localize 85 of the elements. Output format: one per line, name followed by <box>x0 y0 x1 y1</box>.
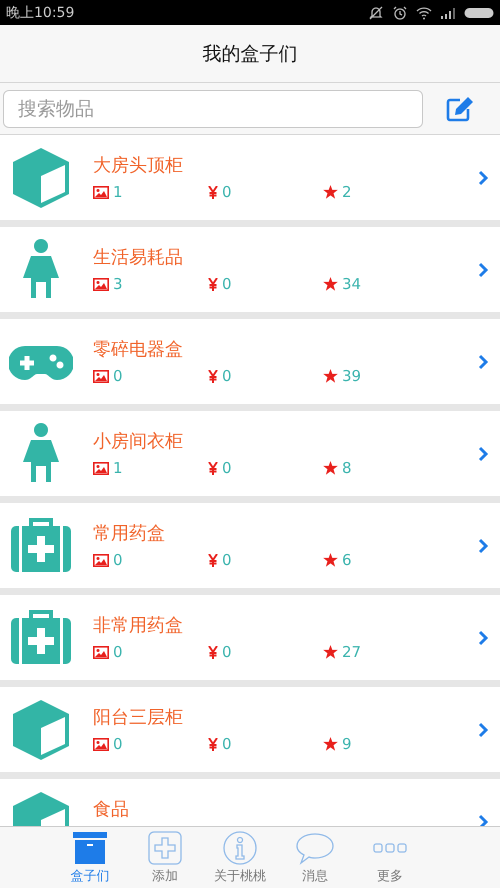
star-icon <box>323 369 338 383</box>
star-count: 39 <box>342 367 362 385</box>
star-count: 6 <box>342 551 352 569</box>
yen-icon <box>208 554 218 566</box>
star-count: 27 <box>342 643 362 661</box>
box-card[interactable]: 零碎电器盒 0 0 39 <box>0 319 500 404</box>
star-count: 2 <box>342 183 352 201</box>
wifi-icon <box>416 6 432 20</box>
image-icon <box>93 186 109 198</box>
star-icon <box>323 645 338 659</box>
tab[interactable]: 更多 <box>352 827 428 888</box>
yen-icon <box>208 738 218 750</box>
price-value: 0 <box>222 551 232 569</box>
search-field[interactable]: 搜索物品 <box>3 90 423 128</box>
chevron-right-icon <box>478 262 488 278</box>
photo-count: 0 <box>113 367 123 385</box>
star-count: 34 <box>342 275 362 293</box>
photo-count: 3 <box>113 275 123 293</box>
page-title: 我的盒子们 <box>202 42 298 66</box>
yen-icon <box>208 278 218 290</box>
box-name: 阳台三层柜 <box>93 706 184 729</box>
box-name: 小房间衣柜 <box>93 430 184 453</box>
tab[interactable]: 关于桃桃 <box>202 827 278 888</box>
price-value: 0 <box>222 459 232 477</box>
box-name: 食品 <box>93 798 130 821</box>
star-count: 8 <box>342 459 352 477</box>
price-value: 0 <box>222 183 232 201</box>
box-card[interactable]: 大房头顶柜 1 0 2 <box>0 135 500 220</box>
box-name: 生活易耗品 <box>93 246 184 269</box>
image-icon <box>93 646 109 658</box>
chevron-right-icon <box>478 814 488 826</box>
box-card[interactable]: 生活易耗品 3 0 34 <box>0 227 500 312</box>
box-card[interactable]: 非常用药盒 0 0 27 <box>0 595 500 680</box>
box-icon <box>71 830 109 864</box>
yen-icon <box>208 370 218 382</box>
photo-count: 0 <box>113 735 123 753</box>
chevron-right-icon <box>478 170 488 186</box>
chevron-right-icon <box>478 538 488 554</box>
star-icon <box>323 277 338 291</box>
price-value: 0 <box>222 275 232 293</box>
tab[interactable]: 盒子们 <box>52 827 128 888</box>
box-card[interactable]: 小房间衣柜 1 0 8 <box>0 411 500 496</box>
image-icon <box>93 738 109 750</box>
chevron-right-icon <box>478 446 488 462</box>
signal-icon <box>440 6 456 18</box>
edit-icon[interactable] <box>445 94 475 122</box>
box-name: 零碎电器盒 <box>93 338 184 361</box>
price-value: 0 <box>222 367 232 385</box>
chevron-right-icon <box>478 630 488 646</box>
image-icon <box>93 462 109 474</box>
box-name: 常用药盒 <box>93 522 166 545</box>
photo-count: 1 <box>113 459 123 477</box>
photo-count: 0 <box>113 551 123 569</box>
photo-count: 0 <box>113 643 123 661</box>
star-icon <box>323 553 338 567</box>
box-card[interactable]: 食品 <box>0 779 500 826</box>
star-icon <box>323 737 338 751</box>
image-icon <box>93 554 109 566</box>
box-card[interactable]: 常用药盒 0 0 6 <box>0 503 500 588</box>
box-name: 大房头顶柜 <box>93 154 184 177</box>
tab[interactable]: 消息 <box>278 827 352 888</box>
chevron-right-icon <box>478 722 488 738</box>
chevron-right-icon <box>478 354 488 370</box>
star-icon <box>323 461 338 475</box>
yen-icon <box>208 186 218 198</box>
photo-count: 1 <box>113 183 123 201</box>
image-icon <box>93 278 109 290</box>
price-value: 0 <box>222 643 232 661</box>
battery-icon <box>464 6 494 18</box>
status-time: 晚上10:59 <box>6 4 74 22</box>
tab[interactable]: 添加 <box>128 827 202 888</box>
box-card[interactable]: 阳台三层柜 0 0 9 <box>0 687 500 772</box>
bell-muted-icon <box>368 4 384 20</box>
more-icon <box>373 842 407 852</box>
image-icon <box>93 370 109 382</box>
yen-icon <box>208 646 218 658</box>
plus-icon <box>146 830 184 864</box>
star-count: 9 <box>342 735 352 753</box>
speech-bubble-icon <box>296 830 334 864</box>
yen-icon <box>208 462 218 474</box>
star-icon <box>323 185 338 199</box>
box-name: 非常用药盒 <box>93 614 184 637</box>
price-value: 0 <box>222 735 232 753</box>
alarm-icon <box>392 4 408 20</box>
info-icon <box>221 830 259 864</box>
